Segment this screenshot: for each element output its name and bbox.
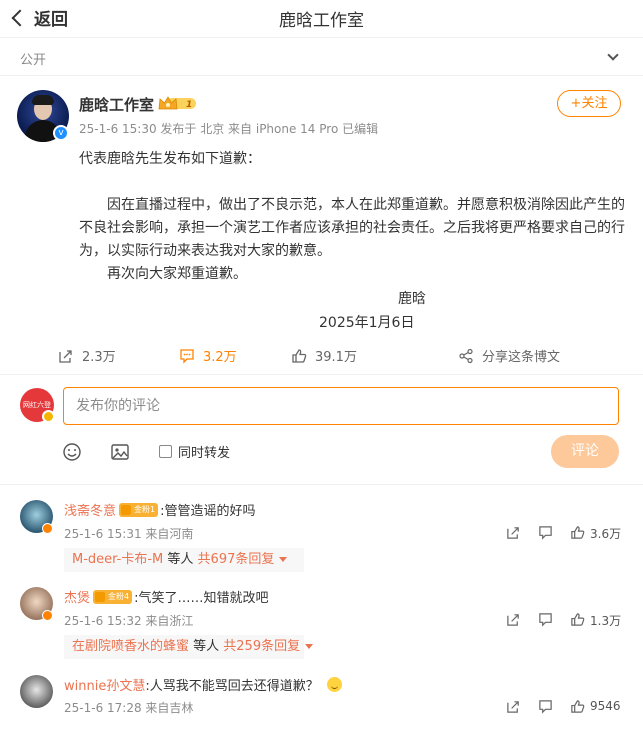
membership-crown-icon[interactable]: 1 — [157, 95, 197, 112]
reply-count[interactable]: 共697条回复 — [198, 552, 275, 567]
smile-emoji-icon — [326, 677, 342, 692]
repost-icon[interactable] — [506, 612, 521, 627]
divider — [0, 374, 643, 375]
reply-mid: 等人 — [163, 552, 198, 567]
commenter-badge-icon — [42, 610, 53, 621]
comment-icon[interactable] — [538, 612, 553, 627]
thumbs-up-icon[interactable] — [570, 699, 585, 714]
post-paragraph-2: 再次向大家郑重道歉。 — [107, 266, 247, 282]
commenter-name[interactable]: 杰煲 — [64, 587, 90, 606]
post-action-bar: 2.3万 3.2万 39.1万 分享这条博文 — [0, 343, 643, 369]
thumbs-up-icon[interactable] — [570, 612, 585, 627]
comment-icon[interactable] — [538, 525, 553, 540]
submit-comment-button[interactable]: 评论 — [551, 435, 619, 468]
visibility-selector[interactable]: 公开 — [0, 38, 643, 76]
user-verified-icon — [42, 410, 55, 423]
post-signature: 鹿晗 — [398, 291, 426, 307]
share-icon — [459, 348, 473, 363]
comment-meta: 25-1-6 15:32 来自浙江 — [64, 614, 194, 628]
chevron-down-icon[interactable] — [607, 49, 619, 61]
thumbs-up-icon — [292, 348, 307, 363]
post-date: 2025年1月6日 — [319, 315, 415, 331]
commenter-name[interactable]: winnie孙文慧 — [64, 675, 145, 694]
comment-meta: 25-1-6 15:31 来自河南 — [64, 527, 194, 541]
post-intro: 代表鹿晗先生发布如下道歉： — [79, 151, 261, 167]
reply-summary[interactable]: M-deer-卡布-M 等人 共697条回复 — [64, 548, 304, 572]
emoji-icon[interactable] — [62, 442, 82, 462]
repost-checkbox-label: 同时转发 — [178, 446, 231, 461]
comment-text: :管管造谣的好吗 — [160, 504, 256, 519]
comment-likes: 9546 — [590, 699, 621, 713]
comment-count: 3.2万 — [203, 350, 237, 365]
crown-level: 1 — [186, 100, 192, 110]
comment-text: :气笑了……知错就改吧 — [134, 591, 269, 606]
page-title: 鹿晗工作室 — [279, 11, 364, 31]
reply-user[interactable]: 在剧院喷香水的蜂蜜 — [72, 639, 189, 654]
share-label: 分享这条博文 — [482, 350, 561, 365]
comment-input[interactable] — [63, 387, 619, 425]
repost-count: 2.3万 — [82, 350, 116, 365]
share-button[interactable]: 分享这条博文 — [458, 346, 560, 365]
repost-icon — [59, 349, 72, 363]
author-name[interactable]: 鹿晗工作室 — [79, 94, 154, 115]
comment-likes: 3.6万 — [590, 527, 622, 541]
comment-likes: 1.3万 — [590, 614, 622, 628]
verified-icon: v — [53, 125, 69, 141]
fan-badge: 金粉1 — [119, 502, 159, 517]
like-button[interactable]: 39.1万 — [291, 346, 357, 365]
post-paragraph-1: 因在直播过程中，做出了不良示范，本人在此郑重道歉。并愿意积极消除因此产生的不良社… — [79, 197, 625, 259]
post-meta: 25-1-6 15:30 发布于 北京 来自 iPhone 14 Pro 已编辑 — [79, 122, 379, 136]
comment-icon — [180, 348, 194, 364]
image-icon[interactable] — [110, 442, 130, 462]
commenter-badge-icon — [42, 523, 53, 534]
comment-meta: 25-1-6 17:28 来自吉林 — [64, 701, 194, 715]
visibility-label: 公开 — [20, 53, 47, 68]
follow-button[interactable]: +关注 — [557, 90, 621, 117]
caret-down-icon — [279, 557, 288, 562]
commenter-avatar[interactable] — [20, 675, 53, 708]
checkbox-icon[interactable] — [159, 445, 172, 458]
comment-icon[interactable] — [538, 699, 553, 714]
top-nav-bar: 返回 鹿晗工作室 — [0, 0, 643, 38]
repost-icon[interactable] — [506, 699, 521, 714]
repost-checkbox[interactable]: 同时转发 — [159, 442, 230, 461]
reply-summary[interactable]: 在剧院喷香水的蜂蜜 等人 共259条回复 — [64, 635, 314, 659]
reply-count[interactable]: 共259条回复 — [223, 639, 300, 654]
like-count: 39.1万 — [315, 350, 357, 365]
thumbs-up-icon[interactable] — [570, 525, 585, 540]
comment-text: :人骂我不能骂回去还得道歉？ — [145, 679, 319, 694]
reply-mid: 等人 — [189, 639, 224, 654]
fan-badge: 金粉4 — [93, 589, 133, 604]
reply-user[interactable]: M-deer-卡布-M — [72, 552, 163, 567]
commenter-name[interactable]: 浅斋冬意 — [64, 500, 116, 519]
repost-icon[interactable] — [506, 525, 521, 540]
caret-down-icon — [305, 644, 314, 649]
comment-button[interactable]: 3.2万 — [179, 346, 237, 365]
repost-button[interactable]: 2.3万 — [58, 346, 116, 365]
divider — [0, 484, 643, 485]
post-content: 代表鹿晗先生发布如下道歉： 因在直播过程中，做出了不良示范，本人在此郑重道歉。并… — [79, 148, 629, 331]
avatar-text: 网红六登 — [23, 401, 51, 409]
